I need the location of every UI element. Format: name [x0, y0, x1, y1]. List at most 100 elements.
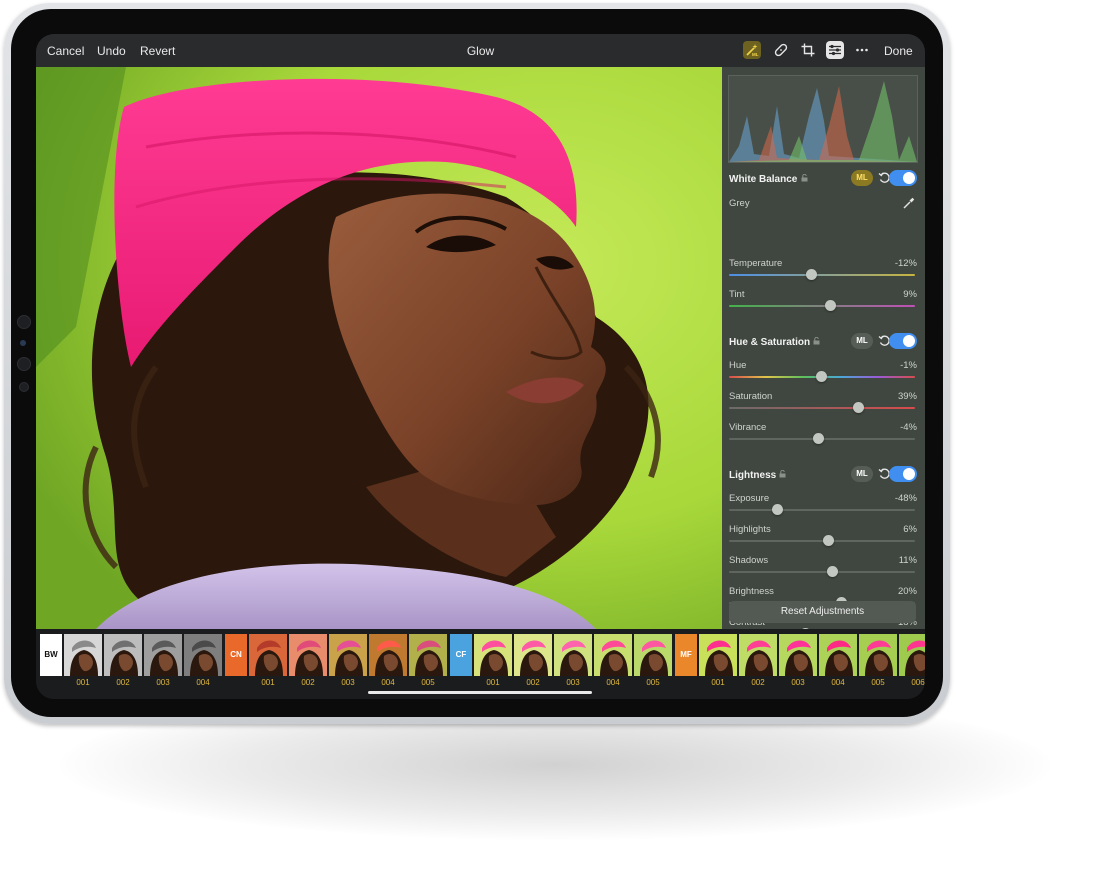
preset-number: 002: [526, 678, 540, 687]
saturation-slider-knob[interactable]: [853, 402, 865, 413]
shadows-label: Shadows: [729, 555, 769, 566]
camera-icon: [17, 357, 31, 371]
lock-icon[interactable]: [801, 174, 808, 182]
grey-label: Grey: [729, 198, 750, 209]
preset-thumbnail[interactable]: [329, 634, 367, 676]
preset-thumbnail[interactable]: [409, 634, 447, 676]
preset-group-bw[interactable]: BW: [40, 634, 62, 676]
preset-thumbnail[interactable]: [554, 634, 592, 676]
vibrance-slider-knob[interactable]: [813, 433, 825, 444]
reset-adjustments-button[interactable]: Reset Adjustments: [729, 601, 916, 623]
preset-number: 005: [646, 678, 660, 687]
top-toolbar: Cancel Undo Revert Glow ML Done: [36, 34, 925, 67]
preset-thumbnail[interactable]: [739, 634, 777, 676]
preset-number: 001: [76, 678, 90, 687]
preset-thumbnail[interactable]: [699, 634, 737, 676]
preset-number: 005: [871, 678, 885, 687]
preset-number: 003: [566, 678, 580, 687]
preset-number: 004: [381, 678, 395, 687]
preset-thumbnail[interactable]: [514, 634, 552, 676]
lightness-title: Lightness: [729, 470, 777, 481]
eyedropper-icon[interactable]: [903, 197, 915, 209]
shadows-slider-knob[interactable]: [827, 566, 839, 577]
lock-icon[interactable]: [779, 470, 786, 478]
white-balance-toggle[interactable]: [889, 170, 917, 186]
exposure-slider-knob[interactable]: [772, 504, 784, 515]
exposure-slider-track[interactable]: [729, 509, 915, 511]
preset-thumbnail[interactable]: [144, 634, 182, 676]
grey-row: Grey: [729, 197, 919, 222]
preset-thumbnail[interactable]: [634, 634, 672, 676]
hue-saturation-toggle[interactable]: [889, 333, 917, 349]
highlights-slider-knob[interactable]: [822, 535, 834, 546]
preset-thumbnail[interactable]: [184, 634, 222, 676]
hue-label: Hue: [729, 360, 747, 371]
shadows-value: 11%: [898, 555, 917, 566]
tint-label: Tint: [729, 289, 745, 300]
ml-button[interactable]: ML: [851, 466, 873, 482]
exposure-slider-row: Exposure -48%: [729, 493, 919, 523]
ml-button[interactable]: ML: [851, 333, 873, 349]
preset-number: 003: [791, 678, 805, 687]
preset-number: 003: [156, 678, 170, 687]
camera-cluster: [17, 315, 31, 403]
vibrance-label: Vibrance: [729, 422, 767, 433]
more-icon[interactable]: [853, 41, 871, 59]
preset-filmstrip: BW 001 002 003 004 CN 001 002 003 004 005 CF 001 002 0…: [36, 629, 925, 699]
app-screen: Cancel Undo Revert Glow ML Done White Ba…: [36, 34, 925, 699]
hue-saturation-title: Hue & Saturation: [729, 337, 811, 348]
preset-thumbnail[interactable]: [64, 634, 102, 676]
ml-wand-icon[interactable]: ML: [743, 41, 761, 59]
brightness-label: Brightness: [729, 586, 774, 597]
preset-group-mf[interactable]: MF: [675, 634, 697, 676]
highlights-slider-row: Highlights 6%: [729, 524, 919, 554]
saturation-label: Saturation: [729, 391, 773, 402]
preset-group-cn[interactable]: CN: [225, 634, 247, 676]
preset-number: 005: [421, 678, 435, 687]
done-button[interactable]: Done: [884, 44, 913, 58]
undo-button[interactable]: Undo: [97, 44, 126, 58]
hue-value: -1%: [900, 360, 917, 371]
tint-slider-row: Tint 9%: [729, 289, 919, 319]
adjustments-panel: White Balance ML Grey Temperature -12% Tin…: [722, 67, 925, 639]
bandage-icon[interactable]: [772, 41, 790, 59]
preset-thumbnail[interactable]: [594, 634, 632, 676]
saturation-slider-row: Saturation 39%: [729, 391, 919, 421]
preset-number: 004: [606, 678, 620, 687]
preset-thumbnail[interactable]: [859, 634, 897, 676]
preset-thumbnail[interactable]: [474, 634, 512, 676]
preset-thumbnail[interactable]: [899, 634, 925, 676]
hue-saturation-header: Hue & Saturation ML: [729, 333, 919, 353]
revert-button[interactable]: Revert: [140, 44, 175, 58]
temperature-slider-knob[interactable]: [805, 269, 817, 280]
temperature-slider-track[interactable]: [729, 274, 915, 276]
ml-button[interactable]: ML: [851, 170, 873, 186]
temperature-value: -12%: [894, 258, 917, 269]
home-indicator: [368, 691, 592, 694]
exposure-label: Exposure: [729, 493, 770, 504]
preset-number: 001: [261, 678, 275, 687]
preset-thumbnail[interactable]: [104, 634, 142, 676]
preset-thumbnail[interactable]: [369, 634, 407, 676]
saturation-slider-track[interactable]: [729, 407, 915, 409]
temperature-slider-row: Temperature -12%: [729, 258, 919, 288]
vibrance-value: -4%: [900, 422, 917, 433]
lock-icon[interactable]: [813, 337, 820, 345]
adjustments-icon[interactable]: [826, 41, 844, 59]
tint-slider-knob[interactable]: [825, 300, 837, 311]
crop-icon[interactable]: [799, 41, 817, 59]
lightness-toggle[interactable]: [889, 466, 917, 482]
shadows-slider-track[interactable]: [729, 571, 915, 573]
preset-thumbnail[interactable]: [249, 634, 287, 676]
preset-thumbnail[interactable]: [779, 634, 817, 676]
preset-group-cf[interactable]: CF: [450, 634, 472, 676]
preset-number: 001: [711, 678, 725, 687]
photo-canvas[interactable]: [36, 67, 722, 629]
preset-number: 003: [341, 678, 355, 687]
cancel-button[interactable]: Cancel: [47, 44, 84, 58]
white-balance-title: White Balance: [729, 174, 798, 185]
preset-thumbnail[interactable]: [819, 634, 857, 676]
preset-thumbnail[interactable]: [289, 634, 327, 676]
hue-slider-knob[interactable]: [816, 371, 828, 382]
tint-slider-track[interactable]: [729, 305, 915, 307]
